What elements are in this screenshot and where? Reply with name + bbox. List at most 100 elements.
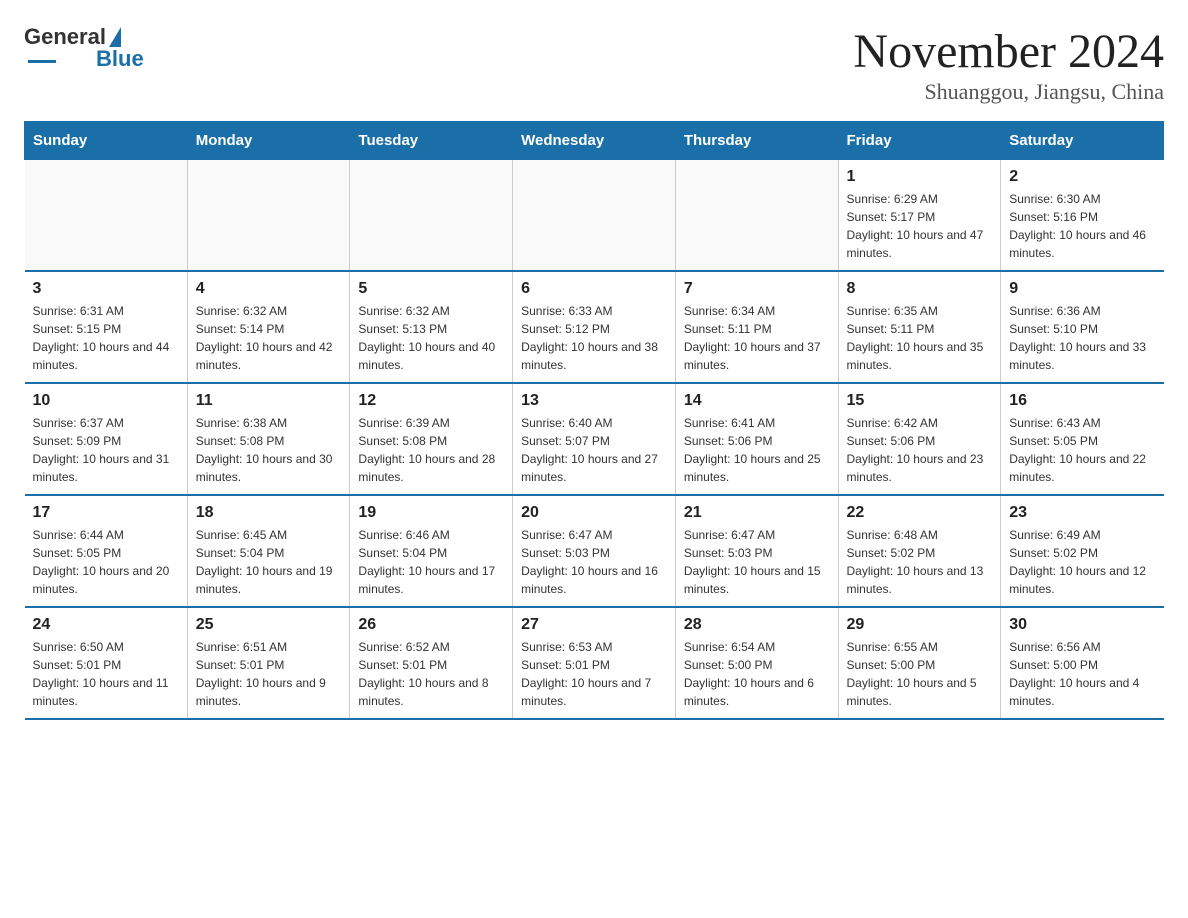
calendar-cell: 22 Sunrise: 6:48 AMSunset: 5:02 PMDayligh…	[838, 495, 1001, 607]
calendar-cell: 29 Sunrise: 6:55 AMSunset: 5:00 PMDayligh…	[838, 607, 1001, 719]
day-info: Sunrise: 6:56 AMSunset: 5:00 PMDaylight:…	[1009, 638, 1155, 710]
calendar-cell: 23 Sunrise: 6:49 AMSunset: 5:02 PMDayligh…	[1001, 495, 1164, 607]
calendar-week-row: 10 Sunrise: 6:37 AMSunset: 5:09 PMDayligh…	[25, 383, 1164, 495]
day-number: 2	[1009, 168, 1155, 186]
day-info: Sunrise: 6:31 AMSunset: 5:15 PMDaylight:…	[33, 302, 179, 374]
calendar-cell: 25 Sunrise: 6:51 AMSunset: 5:01 PMDayligh…	[187, 607, 350, 719]
day-number: 23	[1009, 504, 1155, 522]
day-info: Sunrise: 6:46 AMSunset: 5:04 PMDaylight:…	[358, 526, 504, 598]
day-info: Sunrise: 6:32 AMSunset: 5:14 PMDaylight:…	[196, 302, 342, 374]
calendar-cell: 28Sunrise: 6:54 AMSunset: 5:00 PMDayligh…	[675, 607, 838, 719]
day-number: 18	[196, 504, 342, 522]
calendar-cell: 14 Sunrise: 6:41 AMSunset: 5:06 PMDayligh…	[675, 383, 838, 495]
calendar-cell: 17Sunrise: 6:44 AMSunset: 5:05 PMDayligh…	[25, 495, 188, 607]
calendar-cell: 15 Sunrise: 6:42 AMSunset: 5:06 PMDayligh…	[838, 383, 1001, 495]
day-info: Sunrise: 6:38 AMSunset: 5:08 PMDaylight:…	[196, 414, 342, 486]
day-number: 28	[684, 616, 830, 634]
day-number: 22	[847, 504, 993, 522]
calendar-cell: 5 Sunrise: 6:32 AMSunset: 5:13 PMDaylight…	[350, 271, 513, 383]
calendar-week-row: 17Sunrise: 6:44 AMSunset: 5:05 PMDayligh…	[25, 495, 1164, 607]
day-number: 14	[684, 392, 830, 410]
calendar-cell	[675, 160, 838, 272]
day-info: Sunrise: 6:36 AMSunset: 5:10 PMDaylight:…	[1009, 302, 1155, 374]
logo-blue-text: Blue	[96, 46, 144, 72]
day-number: 11	[196, 392, 342, 410]
day-info: Sunrise: 6:32 AMSunset: 5:13 PMDaylight:…	[358, 302, 504, 374]
page-header: General Blue November 2024 Shuanggou, Ji…	[24, 24, 1164, 105]
day-info: Sunrise: 6:49 AMSunset: 5:02 PMDaylight:…	[1009, 526, 1155, 598]
calendar-cell: 4 Sunrise: 6:32 AMSunset: 5:14 PMDaylight…	[187, 271, 350, 383]
calendar-cell: 13Sunrise: 6:40 AMSunset: 5:07 PMDayligh…	[513, 383, 676, 495]
day-info: Sunrise: 6:53 AMSunset: 5:01 PMDaylight:…	[521, 638, 667, 710]
calendar-cell: 26Sunrise: 6:52 AMSunset: 5:01 PMDayligh…	[350, 607, 513, 719]
day-number: 27	[521, 616, 667, 634]
calendar-cell	[513, 160, 676, 272]
day-number: 15	[847, 392, 993, 410]
day-number: 6	[521, 280, 667, 298]
location-text: Shuanggou, Jiangsu, China	[853, 79, 1164, 105]
day-number: 20	[521, 504, 667, 522]
day-info: Sunrise: 6:43 AMSunset: 5:05 PMDaylight:…	[1009, 414, 1155, 486]
day-info: Sunrise: 6:41 AMSunset: 5:06 PMDaylight:…	[684, 414, 830, 486]
calendar-cell	[350, 160, 513, 272]
day-info: Sunrise: 6:48 AMSunset: 5:02 PMDaylight:…	[847, 526, 993, 598]
header-wednesday: Wednesday	[513, 122, 676, 160]
calendar-cell: 6 Sunrise: 6:33 AMSunset: 5:12 PMDaylight…	[513, 271, 676, 383]
day-info: Sunrise: 6:29 AMSunset: 5:17 PMDaylight:…	[847, 190, 993, 262]
day-info: Sunrise: 6:33 AMSunset: 5:12 PMDaylight:…	[521, 302, 667, 374]
calendar-cell: 11 Sunrise: 6:38 AMSunset: 5:08 PMDayligh…	[187, 383, 350, 495]
title-section: November 2024 Shuanggou, Jiangsu, China	[853, 24, 1164, 105]
day-number: 10	[33, 392, 179, 410]
logo-triangle-icon	[109, 27, 121, 47]
day-number: 7	[684, 280, 830, 298]
day-info: Sunrise: 6:39 AMSunset: 5:08 PMDaylight:…	[358, 414, 504, 486]
logo: General Blue	[24, 24, 144, 72]
month-title: November 2024	[853, 24, 1164, 79]
calendar-cell: 3 Sunrise: 6:31 AMSunset: 5:15 PMDaylight…	[25, 271, 188, 383]
day-number: 13	[521, 392, 667, 410]
calendar-week-row: 24 Sunrise: 6:50 AMSunset: 5:01 PMDayligh…	[25, 607, 1164, 719]
day-number: 9	[1009, 280, 1155, 298]
calendar-cell: 1 Sunrise: 6:29 AMSunset: 5:17 PMDaylight…	[838, 160, 1001, 272]
header-monday: Monday	[187, 122, 350, 160]
header-tuesday: Tuesday	[350, 122, 513, 160]
calendar-cell: 16 Sunrise: 6:43 AMSunset: 5:05 PMDayligh…	[1001, 383, 1164, 495]
day-info: Sunrise: 6:35 AMSunset: 5:11 PMDaylight:…	[847, 302, 993, 374]
logo-general-text: General	[24, 24, 106, 50]
calendar-table: SundayMondayTuesdayWednesdayThursdayFrid…	[24, 121, 1164, 720]
calendar-cell: 2 Sunrise: 6:30 AMSunset: 5:16 PMDaylight…	[1001, 160, 1164, 272]
day-number: 12	[358, 392, 504, 410]
day-number: 1	[847, 168, 993, 186]
day-info: Sunrise: 6:51 AMSunset: 5:01 PMDaylight:…	[196, 638, 342, 710]
day-number: 8	[847, 280, 993, 298]
day-number: 4	[196, 280, 342, 298]
calendar-cell: 20Sunrise: 6:47 AMSunset: 5:03 PMDayligh…	[513, 495, 676, 607]
day-number: 19	[358, 504, 504, 522]
calendar-cell: 12 Sunrise: 6:39 AMSunset: 5:08 PMDayligh…	[350, 383, 513, 495]
day-number: 29	[847, 616, 993, 634]
day-number: 3	[33, 280, 179, 298]
day-info: Sunrise: 6:52 AMSunset: 5:01 PMDaylight:…	[358, 638, 504, 710]
day-info: Sunrise: 6:30 AMSunset: 5:16 PMDaylight:…	[1009, 190, 1155, 262]
calendar-cell: 19 Sunrise: 6:46 AMSunset: 5:04 PMDayligh…	[350, 495, 513, 607]
calendar-cell: 10 Sunrise: 6:37 AMSunset: 5:09 PMDayligh…	[25, 383, 188, 495]
day-number: 16	[1009, 392, 1155, 410]
calendar-cell: 21Sunrise: 6:47 AMSunset: 5:03 PMDayligh…	[675, 495, 838, 607]
calendar-week-row: 3 Sunrise: 6:31 AMSunset: 5:15 PMDaylight…	[25, 271, 1164, 383]
day-info: Sunrise: 6:50 AMSunset: 5:01 PMDaylight:…	[33, 638, 179, 710]
day-info: Sunrise: 6:55 AMSunset: 5:00 PMDaylight:…	[847, 638, 993, 710]
calendar-cell: 18 Sunrise: 6:45 AMSunset: 5:04 PMDayligh…	[187, 495, 350, 607]
day-number: 25	[196, 616, 342, 634]
day-info: Sunrise: 6:37 AMSunset: 5:09 PMDaylight:…	[33, 414, 179, 486]
day-number: 24	[33, 616, 179, 634]
calendar-cell: 30Sunrise: 6:56 AMSunset: 5:00 PMDayligh…	[1001, 607, 1164, 719]
header-thursday: Thursday	[675, 122, 838, 160]
calendar-cell: 9 Sunrise: 6:36 AMSunset: 5:10 PMDaylight…	[1001, 271, 1164, 383]
day-info: Sunrise: 6:44 AMSunset: 5:05 PMDaylight:…	[33, 526, 179, 598]
calendar-header-row: SundayMondayTuesdayWednesdayThursdayFrid…	[25, 122, 1164, 160]
day-number: 5	[358, 280, 504, 298]
day-info: Sunrise: 6:42 AMSunset: 5:06 PMDaylight:…	[847, 414, 993, 486]
day-info: Sunrise: 6:34 AMSunset: 5:11 PMDaylight:…	[684, 302, 830, 374]
day-info: Sunrise: 6:45 AMSunset: 5:04 PMDaylight:…	[196, 526, 342, 598]
day-info: Sunrise: 6:47 AMSunset: 5:03 PMDaylight:…	[684, 526, 830, 598]
